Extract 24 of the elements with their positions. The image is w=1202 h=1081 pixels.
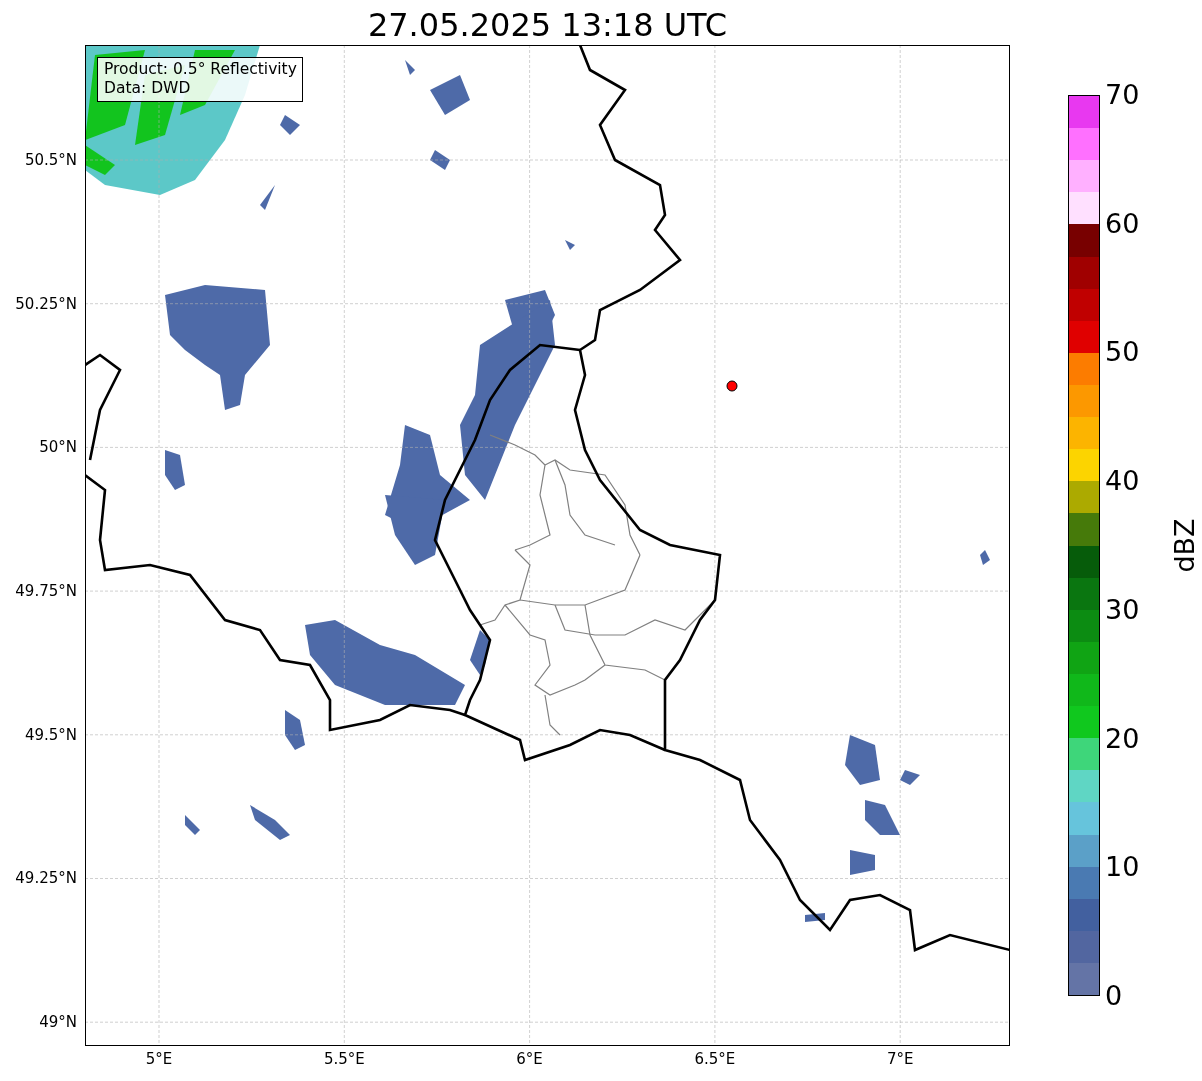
colorbar-tick-label: 20 [1105,723,1140,754]
info-text: Product: 0.5° Reflectivity [104,60,297,79]
info-text: Data: DWD [104,79,192,98]
colorbar-tick-label: 50 [1105,337,1140,368]
colorbar-tick-label: 30 [1105,594,1140,625]
colorbar-tick-label: 70 [1105,80,1140,110]
latitude-label: 49.5°N [24,725,77,744]
latitude-label: 49.75°N [15,582,77,601]
latitude-label: 49.25°N [15,869,77,888]
longitude-label: 5°E [145,1050,173,1070]
latitude-label: 50°N [39,438,77,457]
colorbar-tick-label: 60 [1105,208,1140,239]
chart-title: 27.05.2025 13:18 UTC [366,5,729,45]
longitude-label: 5.5°E [323,1050,365,1070]
longitude-label: 6.5°E [694,1050,736,1070]
latitude-label: 50.5°N [24,151,77,169]
latitude-label: 50.25°N [15,294,77,313]
colorbar-label: dBZ [1168,518,1200,573]
colorbar-tick-label: 40 [1105,466,1140,497]
latitude-label: 49°N [39,1013,77,1032]
longitude-label: 6°E [516,1050,543,1070]
colorbar-tick-label: 10 [1105,852,1140,883]
colorbar-tick-label: 0 [1105,980,1123,1011]
longitude-label: 7°E [886,1050,914,1070]
